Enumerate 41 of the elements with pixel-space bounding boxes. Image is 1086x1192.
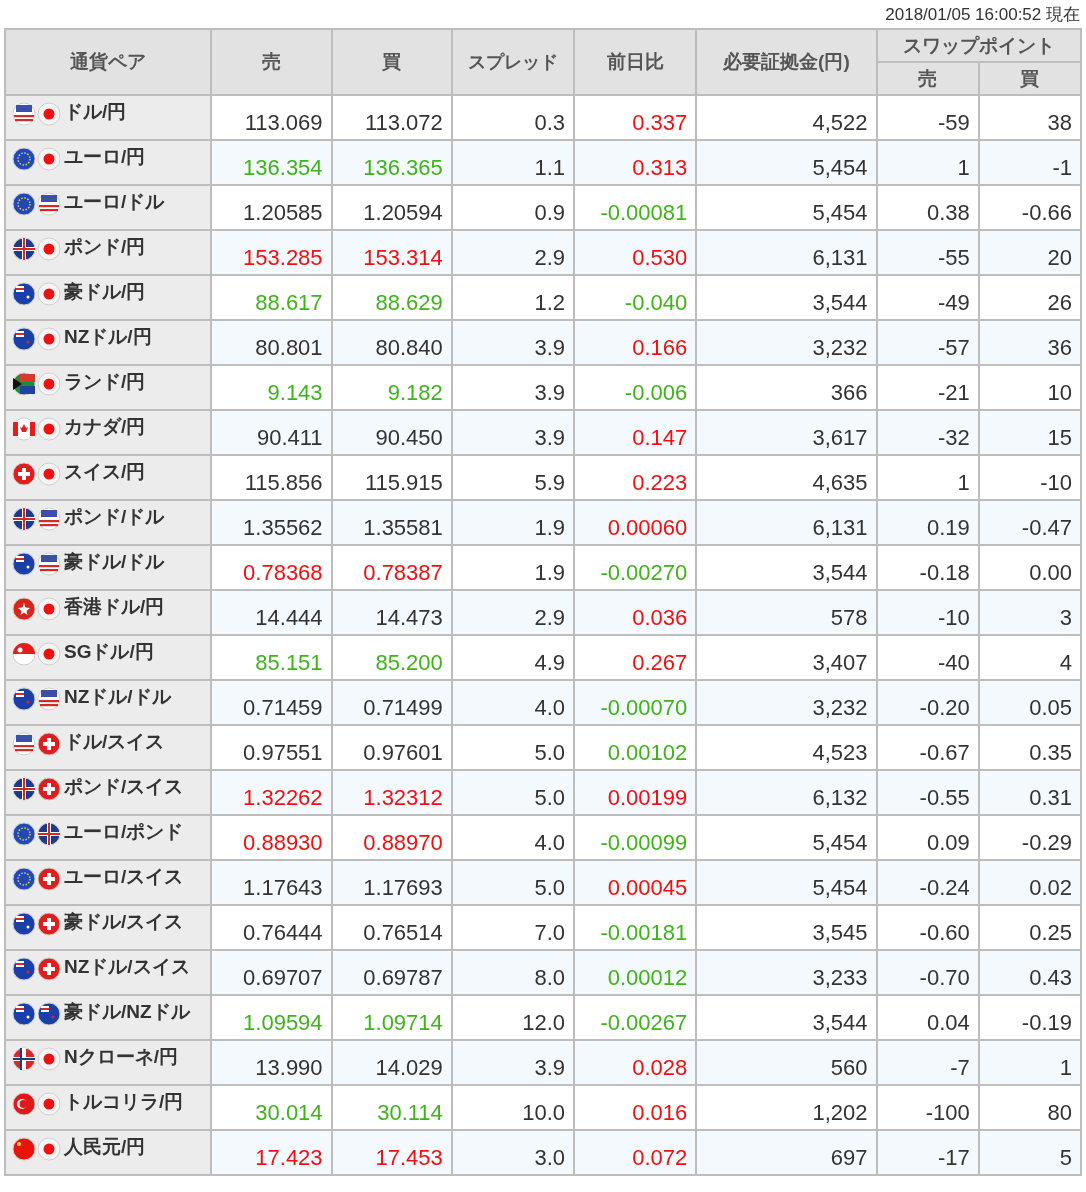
currency-pair: 人民元/円: [64, 1136, 146, 1157]
currency-pair: ドル/円: [64, 101, 127, 122]
currency-pair: NZドル/ドル: [64, 686, 171, 707]
currency-pair: 豪ドル/ドル: [64, 551, 165, 572]
currency-pair: トルコリラ/円: [64, 1091, 184, 1112]
currency-pair: NZドル/スイス: [64, 956, 190, 977]
change-cell: 0.072: [574, 1130, 697, 1175]
swap-buy-cell: 5: [978, 1130, 1081, 1175]
currency-pair: ユーロ/円: [64, 146, 146, 167]
currency-pair: カナダ/円: [64, 416, 146, 437]
currency-pair: ポンド/円: [64, 236, 146, 257]
column-header: スプレッド: [451, 29, 575, 95]
currency-pair: 香港ドル/円: [64, 596, 165, 617]
currency-pair: ユーロ/スイス: [64, 866, 184, 887]
currency-pair: 豪ドル/NZドル: [64, 1001, 190, 1022]
currency-pair: ランド/円: [64, 371, 146, 392]
currency-pair: 豪ドル/円: [64, 281, 146, 302]
column-group-header: スワップポイント: [876, 29, 1081, 62]
currency-pair: ドル/スイス: [64, 731, 165, 752]
sell-price: 17.423: [211, 1130, 332, 1175]
column-header: 買: [978, 62, 1081, 95]
buy-price: 17.453: [331, 1130, 452, 1175]
currency-pair: スイス/円: [64, 461, 146, 482]
spread-cell: 3.0: [451, 1130, 575, 1175]
swap-sell-cell: -17: [876, 1130, 979, 1175]
margin-cell: 697: [696, 1130, 877, 1175]
currency-pair: ポンド/スイス: [64, 776, 184, 797]
column-header: 売: [211, 29, 332, 95]
timestamp: 2018/01/05 16:00:52 現在: [884, 4, 1081, 26]
currency-pair: Nクローネ/円: [64, 1046, 178, 1067]
currency-pair: ユーロ/ドル: [64, 191, 165, 212]
currency-pair: SGドル/円: [64, 641, 154, 662]
currency-pair: ユーロ/ポンド: [64, 821, 184, 842]
currency-pair: 豪ドル/スイス: [64, 911, 184, 932]
column-header: 通貨ペア: [5, 29, 212, 95]
column-header: 必要証拠金(円): [696, 29, 877, 95]
column-header: 買: [331, 29, 452, 95]
currency-pair: NZドル/円: [64, 326, 152, 347]
column-header: 前日比: [574, 29, 697, 95]
column-header: 売: [876, 62, 979, 95]
currency-pair: ポンド/ドル: [64, 506, 165, 527]
